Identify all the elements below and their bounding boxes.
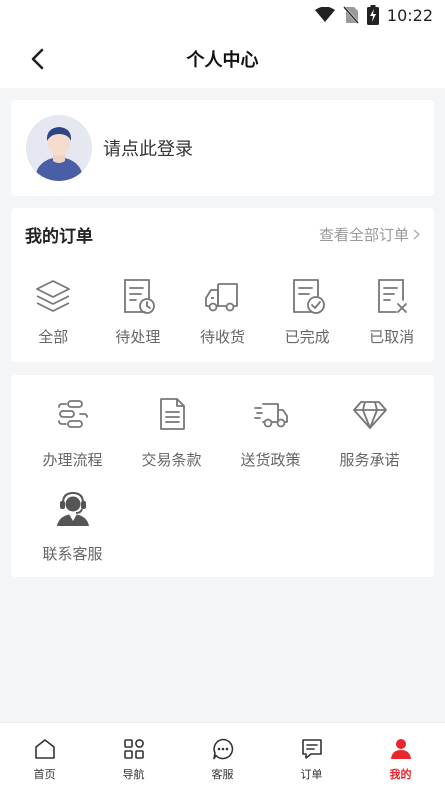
services-card: 办理流程 交易条款 送货政策 服务承诺 联系客服	[11, 375, 434, 577]
status-bar: 10:22	[0, 0, 445, 30]
no-sim-icon	[342, 6, 359, 24]
tab-label: 导航	[122, 768, 145, 781]
order-status-label: 待处理	[115, 328, 161, 346]
view-all-orders-link[interactable]: 查看全部订单	[319, 224, 420, 245]
truck-icon	[205, 283, 239, 312]
profile-card[interactable]: 请点此登录	[11, 100, 434, 196]
tab-mine[interactable]: 我的	[356, 737, 445, 782]
tab-navigation[interactable]: 导航	[89, 737, 178, 782]
avatar[interactable]	[26, 115, 92, 181]
services-grid: 办理流程 交易条款 送货政策 服务承诺 联系客服	[11, 395, 434, 583]
document-lines-icon	[159, 398, 185, 430]
order-status-awaiting-delivery[interactable]: 待收货	[180, 276, 265, 360]
nav-bar: 个人中心	[0, 30, 445, 88]
tab-label: 首页	[33, 768, 56, 781]
service-label: 联系客服	[42, 545, 103, 563]
document-x-icon	[377, 279, 407, 313]
order-status-label: 全部	[38, 328, 69, 346]
order-status-label: 已完成	[284, 328, 330, 346]
tab-home[interactable]: 首页	[0, 737, 89, 782]
order-status-list: 全部 待处理 待收货 已完成 已取消	[11, 276, 434, 360]
orders-header: 我的订单 查看全部订单	[11, 208, 434, 260]
order-status-cancelled[interactable]: 已取消	[349, 276, 434, 360]
chevron-right-icon	[413, 229, 420, 239]
tab-orders[interactable]: 订单	[267, 737, 356, 782]
process-flow-icon	[57, 400, 88, 428]
tab-label: 客服	[211, 768, 234, 781]
wifi-icon	[314, 7, 335, 22]
service-contact-support[interactable]: 联系客服	[23, 489, 122, 583]
login-prompt[interactable]: 请点此登录	[103, 135, 193, 161]
order-message-icon	[301, 739, 322, 759]
service-terms[interactable]: 交易条款	[122, 395, 221, 489]
back-button[interactable]	[24, 46, 50, 72]
service-commitment[interactable]: 服务承诺	[320, 395, 419, 489]
service-label: 交易条款	[141, 451, 202, 469]
document-clock-icon	[123, 279, 155, 314]
delivery-truck-icon	[253, 403, 288, 428]
service-label: 送货政策	[240, 451, 301, 469]
document-check-icon	[293, 279, 325, 314]
service-process[interactable]: 办理流程	[23, 395, 122, 489]
service-label: 服务承诺	[339, 451, 400, 469]
order-status-label: 已取消	[369, 328, 415, 346]
orders-card: 我的订单 查看全部订单 全部 待处理 待收货 已完成 已取消	[11, 208, 434, 362]
order-status-pending[interactable]: 待处理	[96, 276, 181, 360]
tab-label: 我的	[389, 768, 412, 781]
diamond-icon	[352, 401, 387, 429]
customer-service-icon	[56, 491, 89, 526]
battery-charging-icon	[366, 5, 379, 25]
service-label: 办理流程	[42, 451, 103, 469]
page-title: 个人中心	[186, 50, 259, 71]
layers-icon	[36, 280, 71, 312]
order-status-completed[interactable]: 已完成	[265, 276, 350, 360]
status-time: 10:22	[386, 5, 433, 25]
bottom-tab-bar: 首页 导航 客服 订单 我的	[0, 722, 445, 792]
orders-title: 我的订单	[25, 226, 93, 247]
order-status-label: 待收货	[199, 328, 245, 346]
chevron-left-icon	[31, 48, 44, 70]
chat-bubble-icon	[212, 738, 233, 760]
tab-label: 订单	[300, 768, 323, 781]
view-all-orders-label: 查看全部订单	[318, 225, 409, 244]
tab-customer-service[interactable]: 客服	[178, 737, 267, 782]
home-icon	[34, 739, 55, 759]
service-delivery-policy[interactable]: 送货政策	[221, 395, 320, 489]
grid-icon	[123, 739, 144, 759]
order-status-all[interactable]: 全部	[11, 276, 96, 360]
user-avatar-icon	[26, 115, 92, 181]
person-icon	[390, 739, 411, 759]
